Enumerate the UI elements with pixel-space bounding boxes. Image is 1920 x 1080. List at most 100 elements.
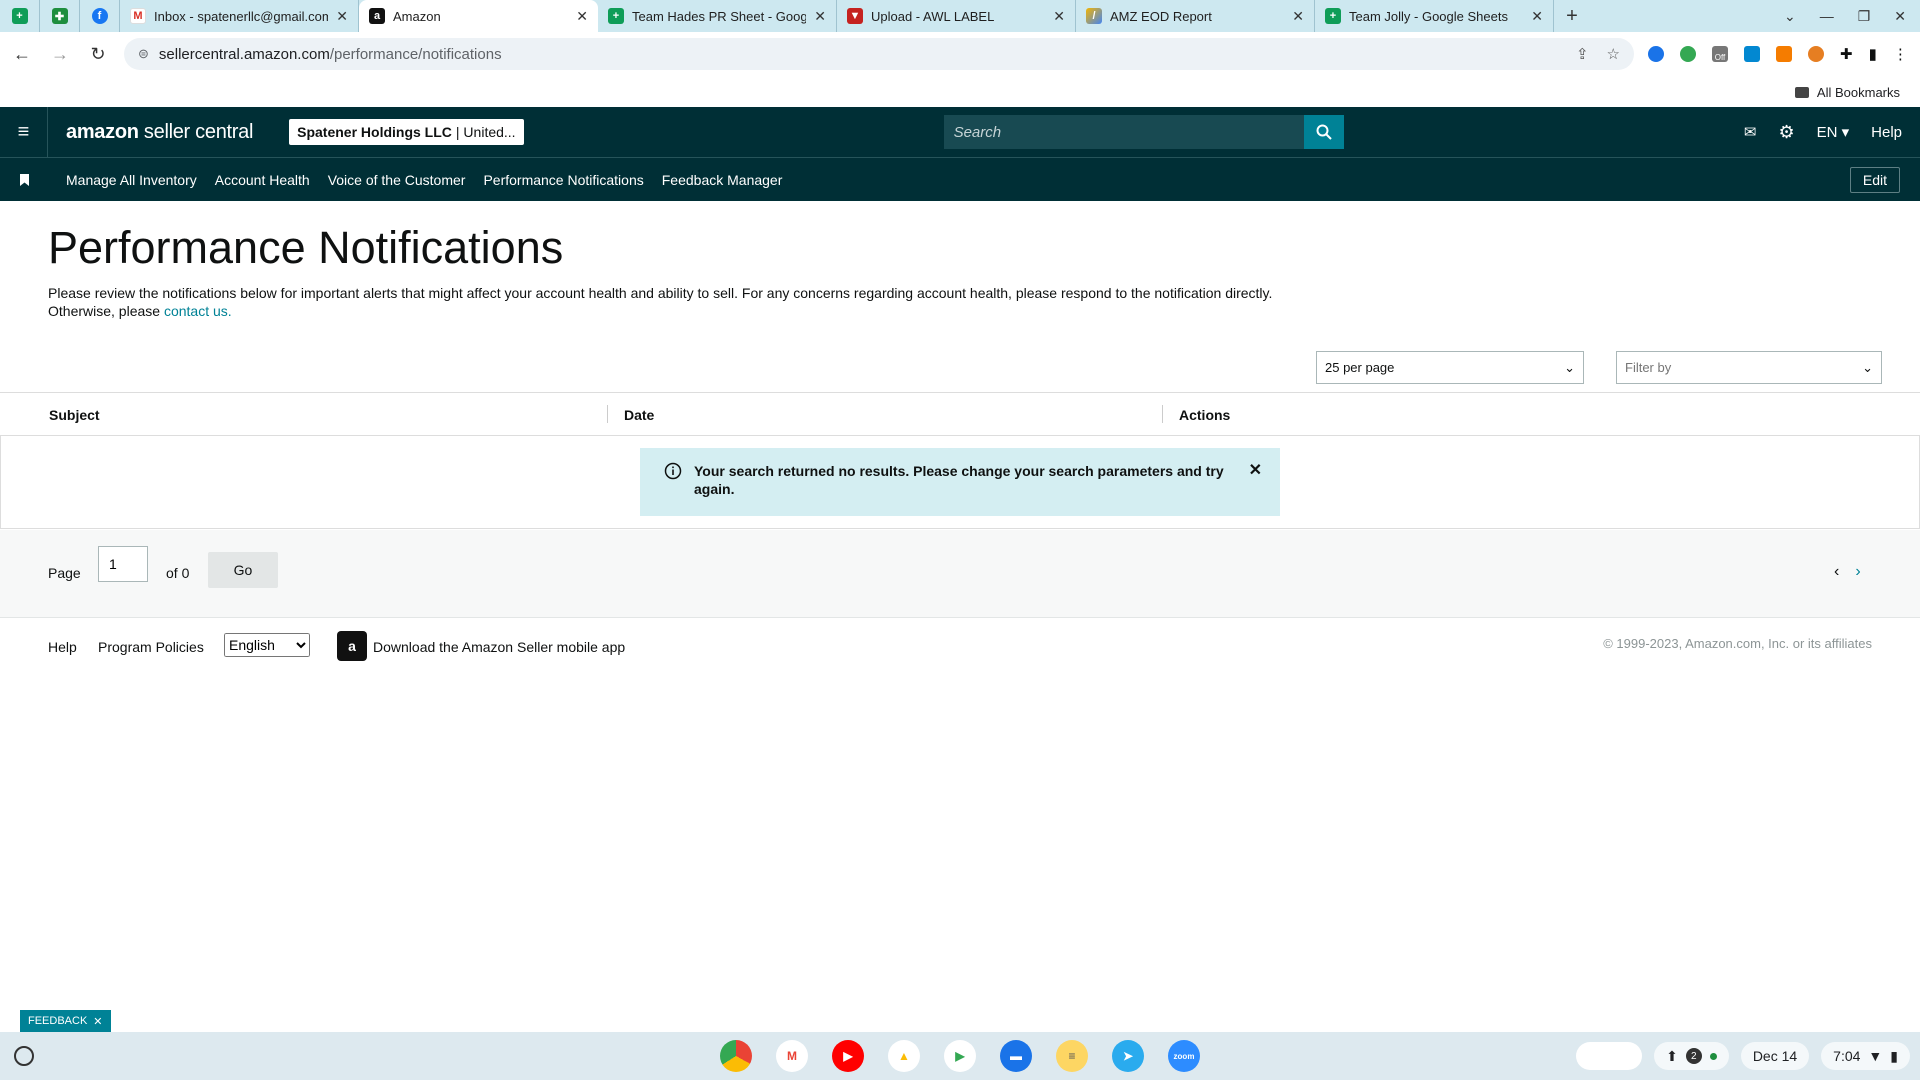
zoom-icon[interactable]: zoom xyxy=(1168,1040,1200,1072)
tab-title: Inbox - spatenerllc@gmail.com xyxy=(154,8,329,24)
pinned-tab-sheets[interactable]: + xyxy=(0,0,40,32)
extension-icon[interactable] xyxy=(1808,46,1824,62)
pinned-tab-extension[interactable]: ✚ xyxy=(40,0,80,32)
files-icon[interactable]: ▬ xyxy=(1000,1040,1032,1072)
chevron-left-icon[interactable]: ‹ xyxy=(1834,563,1839,581)
chrome-icon[interactable] xyxy=(720,1040,752,1072)
bookmark-icon[interactable] xyxy=(0,173,48,186)
drive-icon[interactable]: ▲ xyxy=(888,1040,920,1072)
browser-tab[interactable]: M Inbox - spatenerllc@gmail.com ✕ xyxy=(120,0,359,32)
extension-icon[interactable]: Off xyxy=(1712,46,1728,62)
go-button[interactable]: Go xyxy=(208,552,278,588)
menu-kebab-icon[interactable]: ⋮ xyxy=(1893,45,1908,63)
nav-feedback-manager[interactable]: Feedback Manager xyxy=(662,172,783,188)
chevron-right-icon[interactable]: › xyxy=(1855,563,1860,581)
column-actions[interactable]: Actions xyxy=(1179,407,1230,423)
chevron-down-icon: ⌄ xyxy=(1564,359,1575,375)
seller-search xyxy=(943,115,1344,149)
language-selector[interactable]: EN ▾ xyxy=(1817,123,1850,141)
date-pill[interactable]: Dec 14 xyxy=(1740,1042,1810,1070)
close-icon[interactable]: ✕ xyxy=(336,8,348,25)
address-bar[interactable]: ⊜ sellercentral.amazon.com/performance/n… xyxy=(124,38,1634,70)
extension-icon[interactable] xyxy=(1680,46,1696,62)
os-shelf: M ▶ ▲ ▶ ▬ ≡ ➤ zoom ⬆ 2 Dec 14 7:04 ▼ ▮ xyxy=(0,1032,1920,1080)
close-icon[interactable]: ✕ xyxy=(814,8,826,25)
nav-account-health[interactable]: Account Health xyxy=(215,172,310,188)
nav-performance-notifications[interactable]: Performance Notifications xyxy=(483,172,643,188)
per-page-select[interactable]: 25 per page ⌄ xyxy=(1316,351,1584,384)
browser-tab-active[interactable]: a Amazon ✕ xyxy=(359,0,598,32)
forward-icon[interactable]: → xyxy=(48,44,72,65)
footer-language-select[interactable]: English xyxy=(224,633,310,657)
close-icon[interactable]: ✕ xyxy=(93,1015,102,1028)
close-icon[interactable]: ✕ xyxy=(1531,8,1543,25)
column-divider xyxy=(1162,405,1163,423)
search-input[interactable] xyxy=(943,115,1304,149)
tab-title: Team Hades PR Sheet - Google xyxy=(632,8,807,24)
back-icon[interactable]: ← xyxy=(10,44,34,65)
feedback-label: FEEDBACK xyxy=(28,1015,88,1027)
restore-icon[interactable]: ❐ xyxy=(1858,8,1871,25)
notes-icon[interactable]: ≡ xyxy=(1056,1040,1088,1072)
all-bookmarks-link[interactable]: All Bookmarks xyxy=(1817,85,1900,100)
hamburger-menu-icon[interactable]: ≡ xyxy=(0,107,48,157)
account-switcher[interactable]: Spatener Holdings LLC | United... xyxy=(289,119,524,145)
close-icon[interactable]: ✕ xyxy=(1249,462,1262,480)
share-icon[interactable]: ⇪ xyxy=(1576,45,1589,63)
edit-bookmarks-button[interactable]: Edit xyxy=(1849,166,1900,193)
contact-us-link[interactable]: contact us. xyxy=(164,303,232,319)
new-tab-button[interactable]: + xyxy=(1554,5,1590,28)
close-icon[interactable]: ✕ xyxy=(1053,8,1065,25)
extension-icon[interactable] xyxy=(1648,46,1664,62)
telegram-icon[interactable]: ➤ xyxy=(1112,1040,1144,1072)
close-icon[interactable]: ✕ xyxy=(1292,8,1304,25)
column-date[interactable]: Date xyxy=(624,407,654,423)
browser-tab[interactable]: + Team Jolly - Google Sheets ✕ xyxy=(1315,0,1554,32)
browser-tab[interactable]: + Team Hades PR Sheet - Google ✕ xyxy=(598,0,837,32)
download-app-link[interactable]: Download the Amazon Seller mobile app xyxy=(373,639,625,655)
holding-space-icon[interactable] xyxy=(1576,1042,1643,1070)
nav-manage-all-inventory[interactable]: Manage All Inventory xyxy=(66,172,197,188)
close-window-icon[interactable]: ✕ xyxy=(1894,8,1906,25)
column-subject[interactable]: Subject xyxy=(49,407,100,423)
page-label: Page xyxy=(48,565,81,581)
minimize-icon[interactable]: — xyxy=(1820,8,1834,25)
bookmark-star-icon[interactable]: ☆ xyxy=(1607,45,1620,63)
search-button[interactable] xyxy=(1303,115,1344,149)
filter-select[interactable]: Filter by ⌄ xyxy=(1616,351,1882,384)
play-store-icon[interactable]: ▶ xyxy=(944,1040,976,1072)
status-dot-icon xyxy=(1709,1052,1717,1060)
tab-title: Amazon xyxy=(393,8,441,24)
extension-icon[interactable] xyxy=(1744,46,1760,62)
facebook-icon: f xyxy=(91,8,108,24)
gear-icon[interactable]: ⚙ xyxy=(1778,122,1794,143)
feedback-button[interactable]: FEEDBACK ✕ xyxy=(20,1010,111,1032)
help-link[interactable]: Help xyxy=(1871,124,1902,141)
extensions-area: Off ✚ ▮ ⋮ xyxy=(1648,45,1908,63)
sheets-icon: + xyxy=(11,8,28,24)
close-icon[interactable]: ✕ xyxy=(576,8,588,25)
side-panel-icon[interactable]: ▮ xyxy=(1869,45,1877,63)
footer-program-policies-link[interactable]: Program Policies xyxy=(98,639,204,655)
extensions-puzzle-icon[interactable]: ✚ xyxy=(1840,45,1853,63)
site-info-icon[interactable]: ⊜ xyxy=(138,46,149,62)
tab-search-icon[interactable]: ⌄ xyxy=(1784,8,1796,25)
youtube-icon[interactable]: ▶ xyxy=(832,1040,864,1072)
browser-tab[interactable]: ▼ Upload - AWL LABEL ✕ xyxy=(837,0,1076,32)
page-number-input[interactable] xyxy=(98,546,148,582)
notifications-tray[interactable]: ⬆ 2 xyxy=(1654,1042,1729,1070)
mail-icon[interactable]: ✉ xyxy=(1744,123,1757,141)
nav-voice-of-the-customer[interactable]: Voice of the Customer xyxy=(328,172,466,188)
footer-help-link[interactable]: Help xyxy=(48,639,77,655)
seller-central-logo[interactable]: amazon seller central xyxy=(66,121,253,144)
sheets-icon: + xyxy=(1325,8,1341,24)
launcher-icon[interactable] xyxy=(14,1046,34,1066)
reload-icon[interactable]: ↻ xyxy=(86,44,110,65)
pinned-apps: M ▶ ▲ ▶ ▬ ≡ ➤ zoom xyxy=(720,1040,1200,1072)
extension-icon[interactable] xyxy=(1776,46,1792,62)
gmail-icon[interactable]: M xyxy=(776,1040,808,1072)
status-area[interactable]: 7:04 ▼ ▮ xyxy=(1821,1042,1910,1070)
browser-tab[interactable]: / AMZ EOD Report ✕ xyxy=(1076,0,1315,32)
amazon-seller-app-icon[interactable]: a xyxy=(337,631,367,661)
pinned-tab-facebook[interactable]: f xyxy=(80,0,120,32)
